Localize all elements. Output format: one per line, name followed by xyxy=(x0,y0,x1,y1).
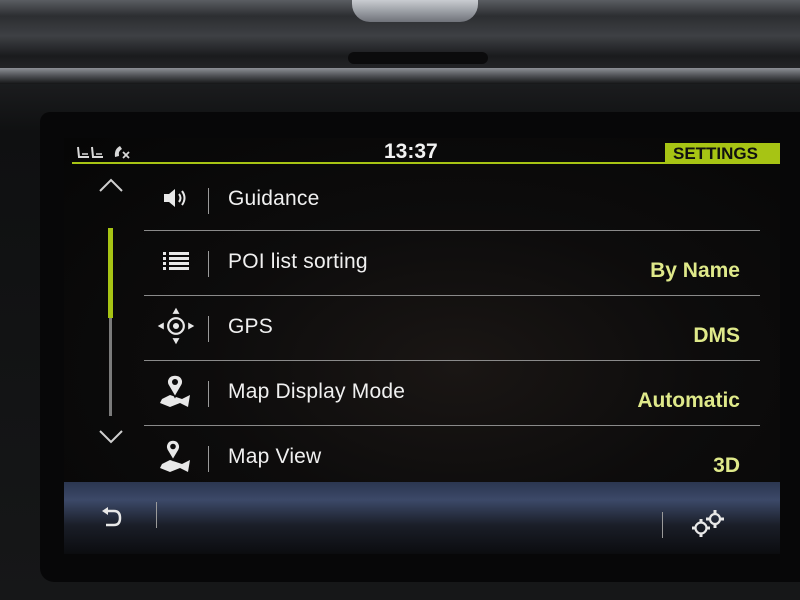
back-button[interactable] xyxy=(92,500,132,536)
bottom-divider-right xyxy=(662,512,663,538)
scrollbar[interactable] xyxy=(108,228,113,416)
scroll-up-button[interactable] xyxy=(98,176,124,198)
setting-value: DMS xyxy=(693,324,740,347)
status-divider xyxy=(72,162,780,164)
status-icons xyxy=(76,143,132,163)
gps-crosshair-icon xyxy=(156,307,196,345)
chevron-up-icon xyxy=(99,178,123,192)
scroll-down-button[interactable] xyxy=(98,428,124,450)
row-divider xyxy=(208,446,209,472)
speaker-icon xyxy=(156,180,196,216)
setting-label: Guidance xyxy=(228,187,320,210)
setting-value: Automatic xyxy=(637,389,740,412)
settings-button[interactable] xyxy=(686,506,730,542)
setting-row-guidance[interactable]: Guidance xyxy=(144,168,760,231)
clock: 13:37 xyxy=(384,140,438,163)
back-arrow-icon xyxy=(102,507,122,527)
setting-row-gps[interactable]: GPS DMS xyxy=(144,296,760,361)
bottom-bar xyxy=(64,482,780,554)
setting-value: By Name xyxy=(650,259,740,282)
setting-value: 3D xyxy=(713,454,740,477)
row-divider xyxy=(208,316,209,342)
row-divider xyxy=(208,381,209,407)
dashboard-rim xyxy=(0,68,800,84)
setting-label: Map View xyxy=(228,445,322,468)
settings-list: Guidance POI list sorting By Name GPS DM… xyxy=(144,168,760,482)
dashboard-vent xyxy=(348,52,488,64)
setting-label: Map Display Mode xyxy=(228,380,406,403)
setting-label: GPS xyxy=(228,315,273,338)
map-view-icon xyxy=(156,438,196,474)
setting-row-map-display-mode[interactable]: Map Display Mode Automatic xyxy=(144,361,760,426)
setting-row-poi-list-sorting[interactable]: POI list sorting By Name xyxy=(144,231,760,296)
bottom-divider-left xyxy=(156,502,157,528)
gears-icon xyxy=(692,510,724,537)
map-pin-icon xyxy=(156,373,196,409)
row-divider xyxy=(208,188,209,214)
setting-label: POI list sorting xyxy=(228,250,368,273)
setting-row-map-view[interactable]: Map View 3D xyxy=(144,426,760,482)
mirror-mount xyxy=(352,0,478,22)
status-bar: 13:37 SETTINGS xyxy=(64,138,780,164)
infotainment-screen: 13:37 SETTINGS Guidance POI list sorting… xyxy=(64,138,780,554)
scrollbar-thumb[interactable] xyxy=(108,228,113,318)
list-icon xyxy=(156,243,196,279)
section-title: SETTINGS xyxy=(664,143,780,164)
phone-disconnected-icon xyxy=(112,143,132,163)
row-divider xyxy=(208,251,209,277)
seat-icon xyxy=(76,144,106,163)
chevron-down-icon xyxy=(99,430,123,444)
